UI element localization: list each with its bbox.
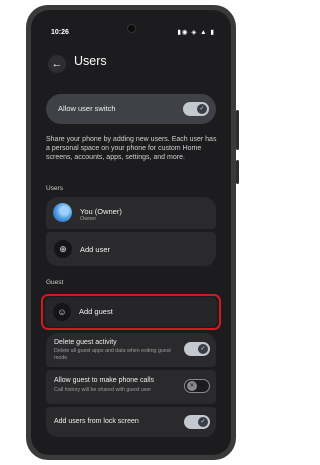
back-button[interactable]: ← [48,55,66,73]
phone-screen: 10:26 ▮◉ ◈ ▲ ▮ ← Users Allow user switch… [31,10,231,455]
check-icon: ✓ [198,417,208,427]
users-description: Share your phone by adding new users. Ea… [46,136,217,161]
allow-guest-calls-row[interactable]: Allow guest to make phone calls Call his… [46,370,216,404]
allow-user-switch-row[interactable]: Allow user switch ✓ [46,94,216,124]
delete-guest-activity-subtitle: Delete all guest apps and data when exit… [54,348,171,361]
users-section-header: Users [46,185,63,192]
allow-guest-calls-subtitle: Call history will be shared with guest u… [54,387,152,393]
add-users-lock-screen-toggle[interactable]: ✓ [184,415,210,429]
allow-user-switch-label: Allow user switch [58,104,116,113]
delete-guest-activity-toggle[interactable]: ✓ [184,342,210,356]
power-button [236,110,239,150]
add-user-label: Add user [80,245,111,254]
add-person-icon: ⊕ [54,240,72,258]
add-users-lock-screen-row[interactable]: Add users from lock screen ✓ [46,407,216,437]
front-camera [127,24,136,33]
avatar [53,203,72,222]
delete-guest-activity-row[interactable]: Delete guest activity Delete all guest a… [46,333,216,367]
owner-user-row[interactable]: You (Owner) Owner [46,197,216,229]
check-icon: ✓ [198,344,208,354]
add-user-row[interactable]: ⊕ Add user [46,232,216,266]
allow-guest-calls-title: Allow guest to make phone calls [54,377,154,384]
close-icon: ✕ [187,381,197,391]
allow-user-switch-toggle[interactable]: ✓ [183,102,209,116]
check-icon: ✓ [197,104,207,114]
status-icons: ▮◉ ◈ ▲ ▮ [177,29,215,36]
page-title: Users [74,54,107,68]
status-time: 10:26 [51,29,69,36]
guest-section-header: Guest [46,279,64,286]
highlight-box [41,294,221,330]
add-users-lock-screen-title: Add users from lock screen [54,418,139,425]
owner-name: You (Owner) [80,207,122,216]
allow-guest-calls-toggle[interactable]: ✕ [184,379,210,393]
volume-button [236,160,239,184]
arrow-left-icon: ← [51,58,63,70]
owner-role: Owner [80,216,97,222]
delete-guest-activity-title: Delete guest activity [54,339,117,346]
